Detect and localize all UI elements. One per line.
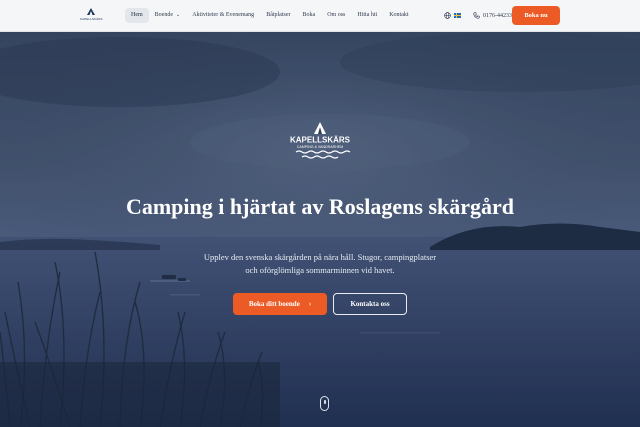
hero-logo: KAPELLSKÄRS CAMPING & VANDRARHEM	[282, 120, 358, 164]
nav-label: Om oss	[327, 12, 346, 18]
phone-icon	[473, 12, 480, 19]
nav-label: Hem	[131, 12, 143, 18]
contact-us-button[interactable]: Kontakta oss	[333, 293, 407, 315]
nav-item-boka[interactable]: Boka	[297, 8, 322, 23]
nav-label: Båtplatser	[266, 12, 291, 18]
globe-icon[interactable]	[444, 12, 451, 19]
hero-subtitle-line: Upplev den svenska skärgården på nära hå…	[203, 252, 437, 262]
button-label: Kontakta oss	[350, 300, 390, 308]
tent-logo-icon	[87, 8, 95, 15]
nav-label: Boka	[302, 12, 316, 18]
hero-subtitle: Upplev den svenska skärgården på nära hå…	[170, 251, 470, 277]
chevron-right-icon: ›	[308, 300, 312, 308]
scroll-dot	[324, 400, 326, 404]
site-header: KAPELLSKÄRS Hem Boende ⌄ Aktiviteter & Ev…	[0, 0, 640, 32]
nav-label: Kontakt	[389, 12, 409, 18]
book-accommodation-button[interactable]: Boka ditt boende ›	[233, 293, 327, 315]
book-now-button[interactable]: Boka nu	[512, 6, 560, 25]
nav-item-hitta-hit[interactable]: Hitta hit	[351, 8, 383, 23]
hero-logo-subtext: CAMPING & VANDRARHEM	[297, 145, 343, 149]
hero-title: Camping i hjärtat av Roslagens skärgård	[125, 194, 515, 219]
main-nav: Hem Boende ⌄ Aktiviteter & Evenemang Båtp…	[125, 8, 415, 23]
sweden-flag-icon[interactable]	[454, 13, 461, 18]
nav-item-hem[interactable]: Hem	[125, 8, 149, 23]
nav-item-boende[interactable]: Boende ⌄	[149, 8, 187, 23]
hero-section: KAPELLSKÄRS CAMPING & VANDRARHEM Camping…	[0, 32, 640, 427]
nav-label: Hitta hit	[357, 12, 378, 18]
hero-logo-text: KAPELLSKÄRS	[290, 136, 351, 145]
chevron-down-icon: ⌄	[176, 13, 181, 18]
tent-waves-logo-icon: KAPELLSKÄRS CAMPING & VANDRARHEM	[290, 122, 351, 159]
header-utilities: 0176-44233	[444, 8, 512, 23]
hero-subtitle-line: och oförglömliga sommarminnen vid havet.	[245, 265, 395, 275]
nav-item-batplatser[interactable]: Båtplatser	[260, 8, 296, 23]
nav-label: Boende	[154, 12, 173, 18]
hero-background-image	[0, 32, 640, 427]
scroll-down-icon[interactable]	[320, 396, 329, 411]
nav-item-om-oss[interactable]: Om oss	[321, 8, 351, 23]
button-label: Boka ditt boende	[248, 300, 300, 308]
header-logo-text: KAPELLSKÄRS	[80, 17, 103, 21]
nav-item-aktiviteter[interactable]: Aktiviteter & Evenemang	[186, 8, 260, 23]
nav-label: Aktiviteter & Evenemang	[192, 12, 255, 18]
header-logo[interactable]: KAPELLSKÄRS	[80, 7, 103, 25]
phone-number[interactable]: 0176-44233	[483, 13, 512, 19]
nav-item-kontakt[interactable]: Kontakt	[383, 8, 414, 23]
